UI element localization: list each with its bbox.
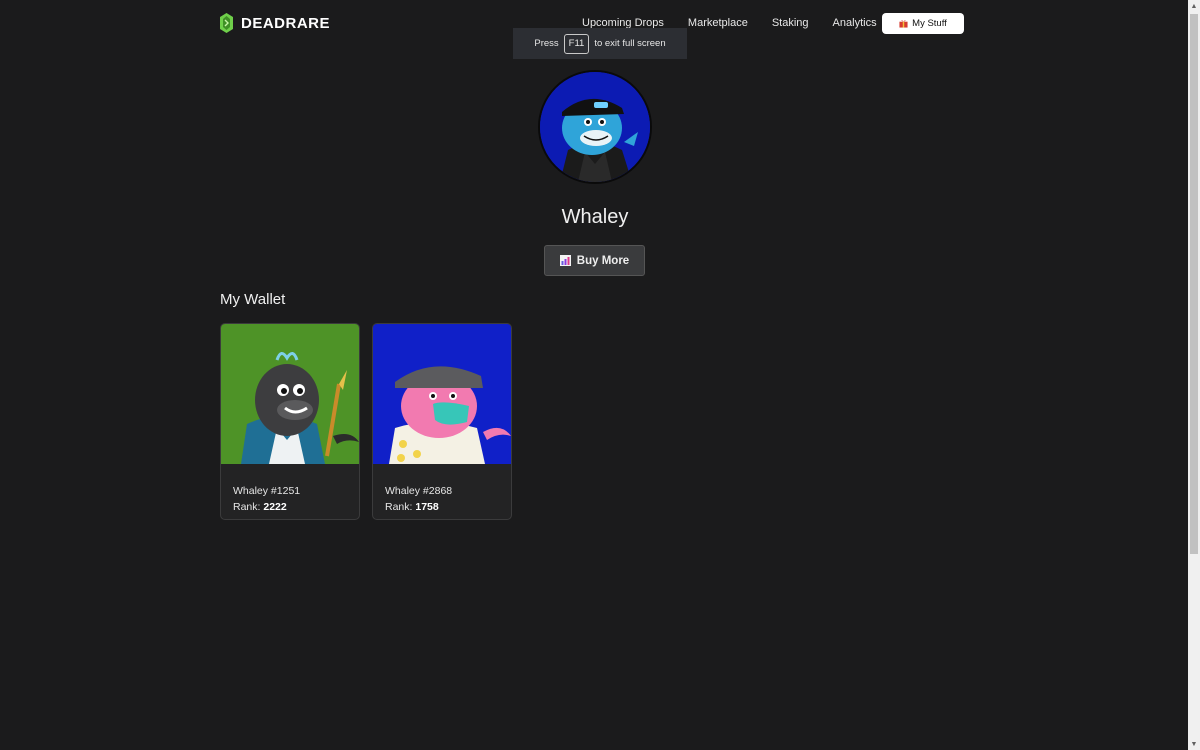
nft-card-body: Whaley #1251 Rank: 2222	[221, 469, 359, 515]
buy-more-button[interactable]: Buy More	[544, 245, 645, 276]
profile-avatar	[538, 70, 652, 184]
nft-card[interactable]: Whaley #2868 Rank: 1758	[372, 323, 512, 520]
wallet-cards: Whaley #1251 Rank: 2222 Whaley #2868 Ran…	[220, 323, 512, 520]
toast-text-after: to exit full screen	[594, 38, 666, 49]
scroll-thumb[interactable]	[1190, 14, 1198, 554]
nft-name: Whaley #2868	[385, 485, 453, 497]
scroll-up-arrow-icon[interactable]: ▲	[1188, 0, 1200, 12]
nft-rank-label: Rank:	[233, 501, 261, 513]
scroll-down-arrow-icon[interactable]: ▼	[1188, 738, 1200, 750]
whale-avatar-image	[540, 72, 650, 182]
nft-rank: Rank: 1758	[385, 499, 499, 515]
page: DEADRARE Upcoming Drops Marketplace Stak…	[0, 0, 1200, 750]
toast-key: F11	[563, 33, 590, 54]
toast-text-before: Press	[534, 38, 559, 49]
fullscreen-toast: Press F11 to exit full screen	[513, 28, 687, 59]
buy-more-label: Buy More	[576, 254, 630, 267]
brand-logo-link[interactable]: DEADRARE	[220, 13, 330, 33]
nav-staking[interactable]: Staking	[772, 17, 809, 29]
wallet-title: My Wallet	[220, 291, 286, 308]
nft-rank: Rank: 2222	[233, 499, 347, 515]
nft-image	[373, 324, 511, 464]
nft-rank-label: Rank:	[385, 501, 413, 513]
nft-card-body: Whaley #2868 Rank: 1758	[373, 469, 511, 515]
page-scrollbar[interactable]: ▲ ▼	[1188, 0, 1200, 750]
nav-marketplace[interactable]: Marketplace	[688, 17, 748, 29]
my-stuff-button[interactable]: My Stuff	[882, 13, 964, 34]
chart-increasing-icon	[559, 255, 571, 266]
nft-rank-value: 2222	[263, 501, 287, 513]
deadrare-logo-icon	[220, 13, 233, 33]
nft-image	[221, 324, 359, 464]
gift-icon	[899, 20, 908, 28]
nav-analytics[interactable]: Analytics	[833, 17, 877, 29]
profile-name: Whaley	[561, 206, 629, 228]
nft-name: Whaley #1251	[233, 485, 301, 497]
brand-name: DEADRARE	[241, 14, 331, 32]
nft-card[interactable]: Whaley #1251 Rank: 2222	[220, 323, 360, 520]
my-stuff-label: My Stuff	[912, 18, 947, 29]
nft-rank-value: 1758	[415, 501, 439, 513]
